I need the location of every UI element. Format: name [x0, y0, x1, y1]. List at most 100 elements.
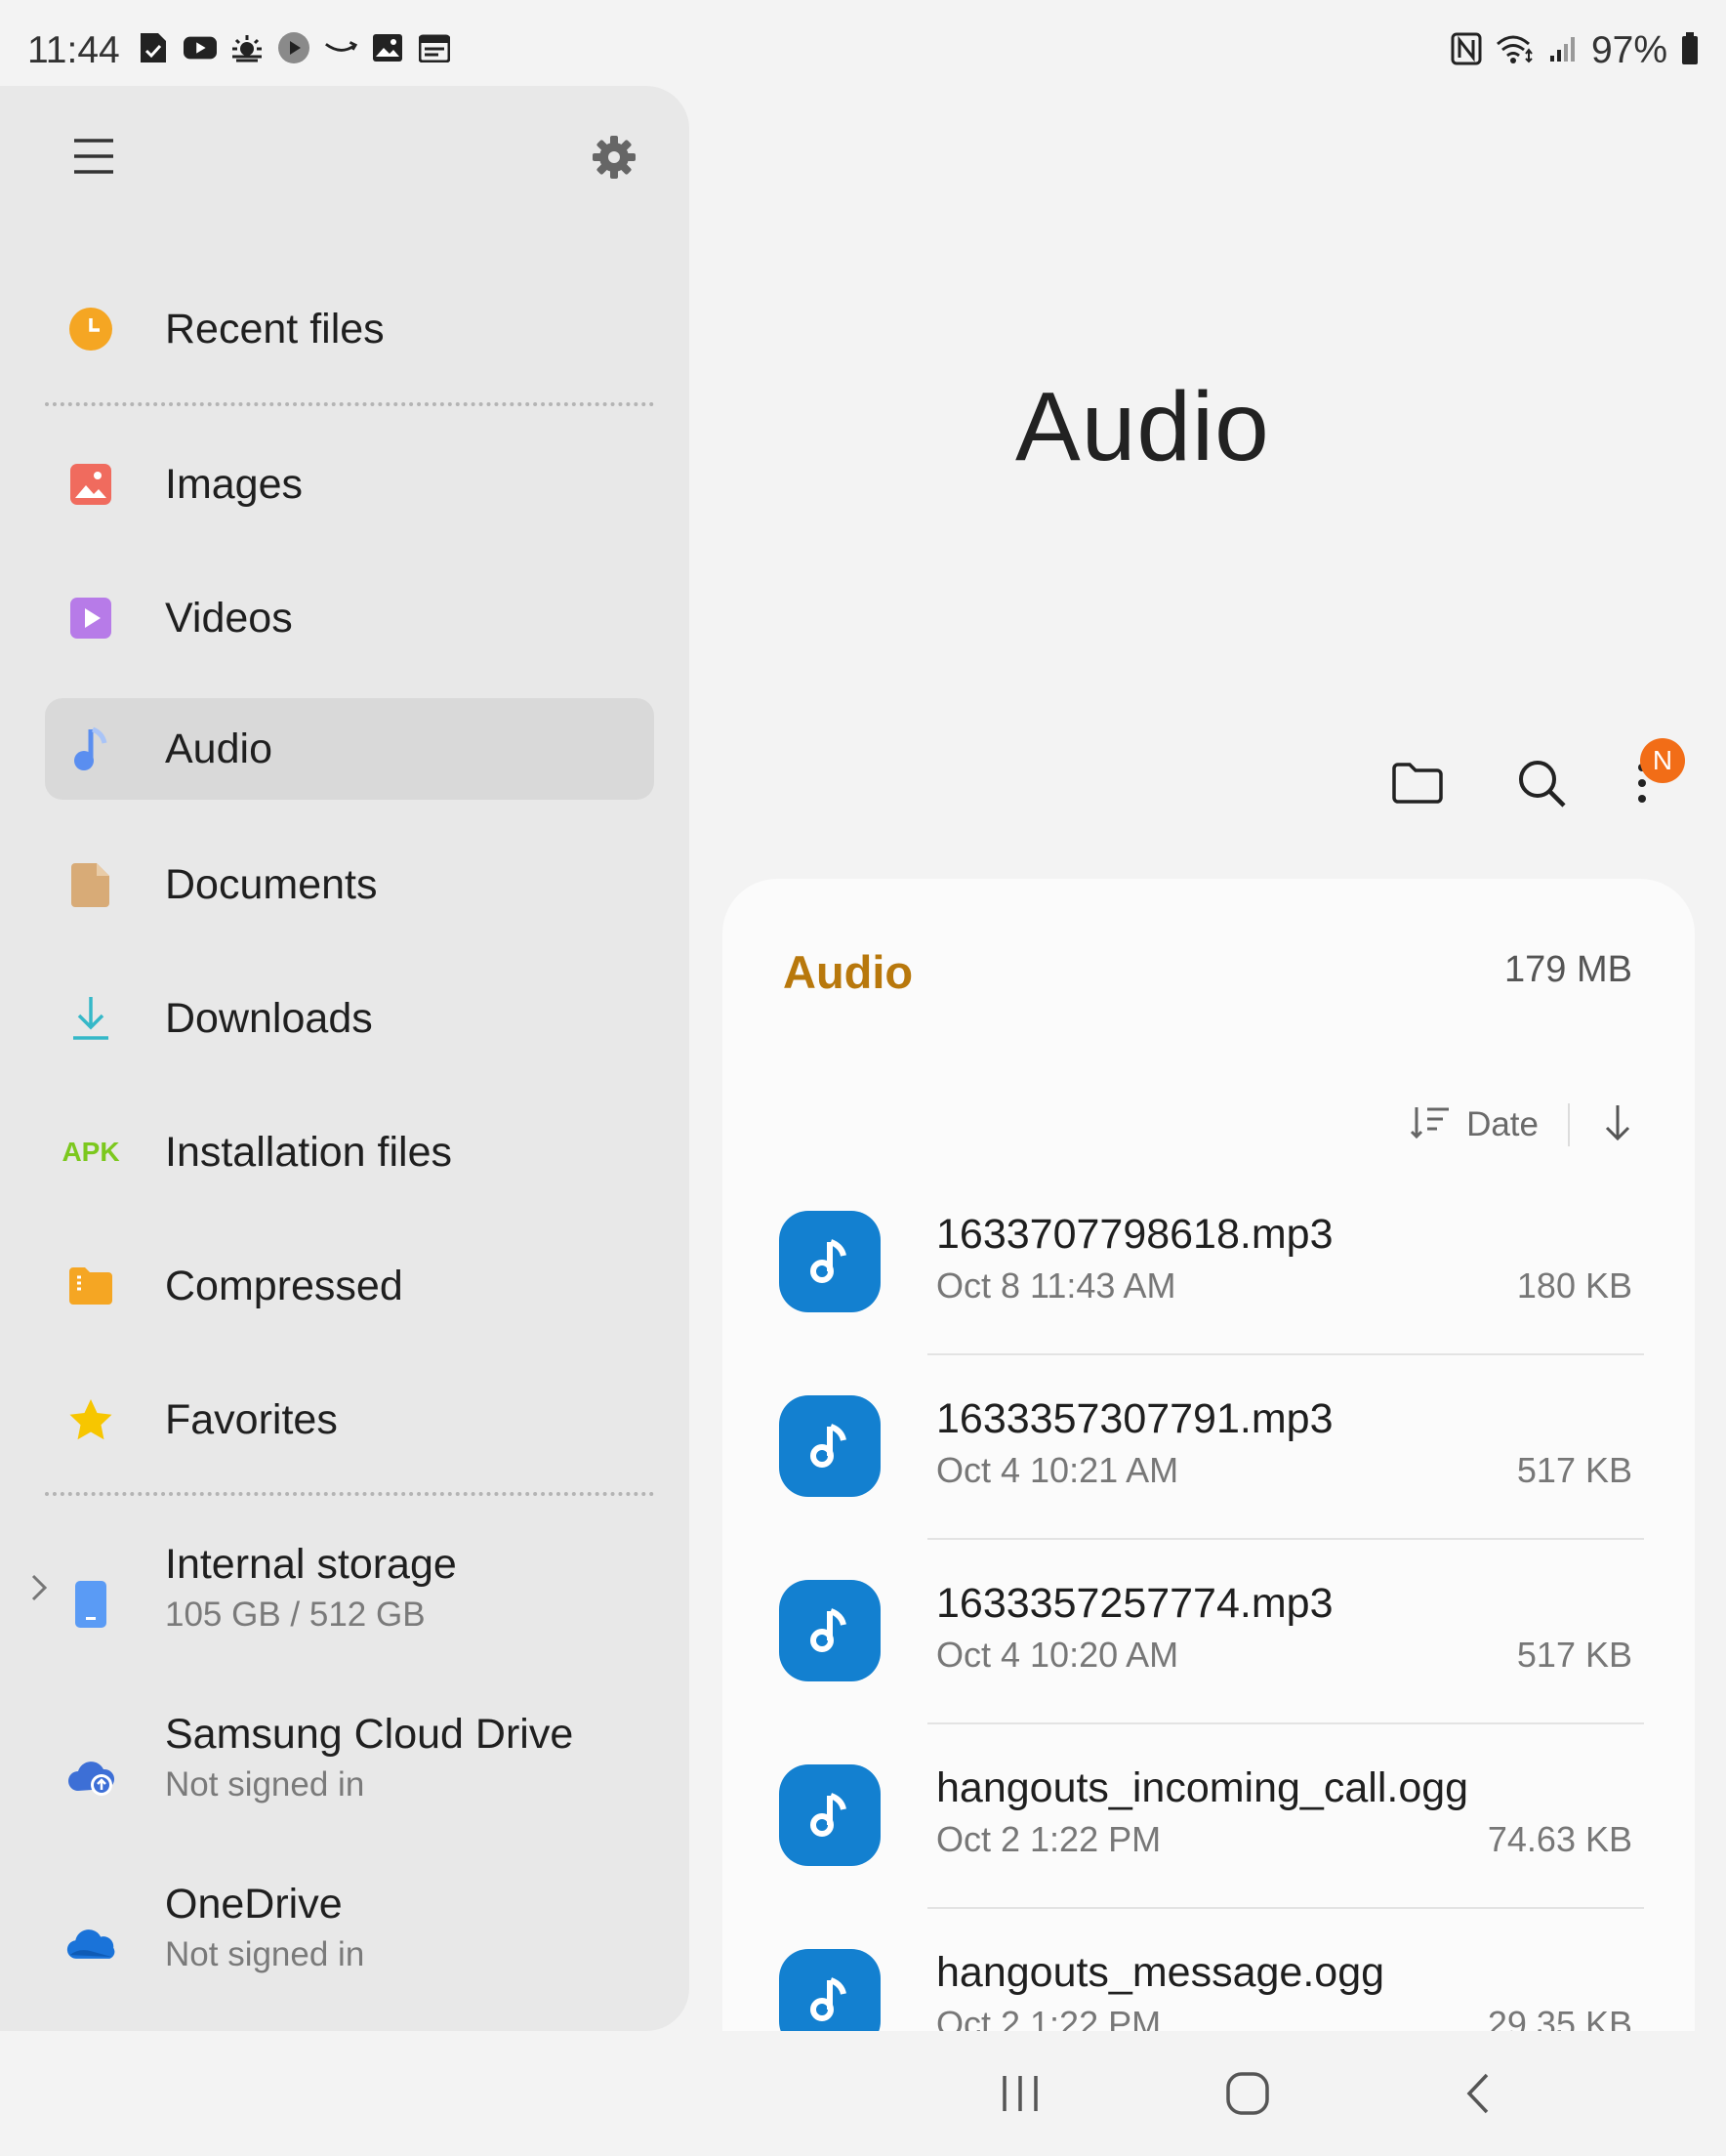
music-note-icon — [66, 725, 115, 773]
list-item[interactable]: 1633357257774.mp3 Oct 4 10:20 AM 517 KB — [722, 1580, 1695, 1764]
chevron-right-icon[interactable] — [25, 1568, 55, 1607]
sidebar-item-label: Videos — [165, 594, 293, 642]
file-name: hangouts_message.ogg — [936, 1949, 1385, 1996]
hamburger-menu-icon[interactable] — [72, 137, 115, 176]
total-size: 179 MB — [1504, 949, 1632, 990]
file-date: Oct 4 10:21 AM — [936, 1450, 1179, 1490]
cloud-upload-icon — [66, 1750, 115, 1799]
sidebar-item-videos[interactable]: Videos — [45, 567, 654, 669]
divider — [1568, 1103, 1570, 1146]
folder-view-button[interactable] — [1386, 754, 1449, 816]
document-icon — [66, 860, 115, 909]
divider — [927, 1907, 1644, 1909]
divider — [927, 1722, 1644, 1724]
audio-file-icon — [779, 1764, 881, 1866]
home-icon — [1225, 2071, 1270, 2121]
list-item[interactable]: hangouts_incoming_call.ogg Oct 2 1:22 PM… — [722, 1764, 1695, 1949]
audio-file-icon — [779, 1211, 881, 1312]
download-icon — [66, 994, 115, 1043]
back-chevron-icon — [1463, 2071, 1493, 2121]
youtube-icon — [184, 31, 217, 64]
sidebar-item-label: Downloads — [165, 994, 373, 1042]
list-item[interactable]: hangouts_message.ogg Oct 2 1:22 PM 29.35… — [722, 1949, 1695, 2031]
weather-icon — [230, 31, 264, 64]
sidebar-item-label: Installation files — [165, 1128, 452, 1176]
sidebar-item-favorites[interactable]: Favorites — [45, 1369, 654, 1471]
sidebar-item-installation-files[interactable]: APK Installation files — [45, 1101, 654, 1203]
storage-title: Samsung Cloud Drive — [165, 1711, 574, 1758]
storage-title: OneDrive — [165, 1881, 343, 1928]
image-icon — [66, 460, 115, 509]
storage-usage: 105 GB / 512 GB — [165, 1596, 426, 1634]
notification-badge: N — [1640, 738, 1685, 783]
sidebar-item-documents[interactable]: Documents — [45, 834, 654, 935]
recent-apps-button[interactable] — [991, 2070, 1049, 2121]
audio-file-icon — [779, 1949, 881, 2031]
system-navigation-bar — [0, 2031, 1726, 2156]
storage-samsung-cloud[interactable]: Samsung Cloud Drive Not signed in — [45, 1701, 670, 1818]
divider — [45, 402, 654, 406]
file-size: 74.63 KB — [1487, 1819, 1632, 1859]
file-name: 1633707798618.mp3 — [936, 1211, 1334, 1258]
signal-icon — [1548, 34, 1578, 68]
audio-file-icon — [779, 1395, 881, 1497]
status-time: 11:44 — [27, 29, 120, 71]
battery-icon — [1681, 31, 1699, 70]
status-notification-icons — [137, 31, 451, 64]
sort-by-label[interactable]: Date — [1466, 1105, 1539, 1144]
search-icon — [1516, 758, 1567, 813]
sidebar-item-label: Documents — [165, 860, 378, 908]
folder-icon — [1391, 761, 1444, 810]
star-icon — [66, 1395, 115, 1444]
status-bar: 11:44 97% — [0, 0, 1726, 86]
storage-internal[interactable]: Internal storage 105 GB / 512 GB — [31, 1531, 670, 1648]
sidebar-item-images[interactable]: Images — [45, 434, 654, 535]
sidebar-item-compressed[interactable]: Compressed — [45, 1235, 654, 1337]
status-system-icons: 97% — [1451, 29, 1699, 72]
file-date: Oct 4 10:20 AM — [936, 1635, 1179, 1675]
storage-onedrive[interactable]: OneDrive Not signed in — [45, 1871, 670, 1988]
play-icon — [277, 31, 310, 64]
file-size: 517 KB — [1516, 1450, 1632, 1490]
list-item[interactable]: 1633357307791.mp3 Oct 4 10:21 AM 517 KB — [722, 1395, 1695, 1580]
onedrive-icon — [66, 1920, 115, 1969]
storage-status: Not signed in — [165, 1935, 365, 1973]
navigation-drawer: Recent files Images Videos Audio Documen… — [0, 86, 689, 2031]
list-item[interactable]: 1633707798618.mp3 Oct 8 11:43 AM 180 KB — [722, 1211, 1695, 1395]
nfc-icon — [1451, 32, 1482, 70]
sort-direction-arrow-down-icon[interactable] — [1603, 1103, 1632, 1147]
divider — [927, 1353, 1644, 1355]
page-title: Audio — [1015, 372, 1270, 481]
gear-icon[interactable] — [590, 133, 638, 182]
sidebar-item-label: Images — [165, 460, 304, 508]
gallery-icon — [371, 31, 404, 64]
sidebar-item-label: Favorites — [165, 1395, 338, 1443]
divider — [45, 1492, 654, 1496]
storage-title: Internal storage — [165, 1541, 457, 1588]
apk-icon: APK — [62, 1137, 120, 1167]
audio-file-icon — [779, 1580, 881, 1681]
sidebar-item-downloads[interactable]: Downloads — [45, 968, 654, 1069]
recent-apps-icon — [999, 2072, 1042, 2120]
home-button[interactable] — [1218, 2070, 1277, 2121]
file-size: 29.35 KB — [1487, 2004, 1632, 2031]
sidebar-item-label: Audio — [165, 725, 272, 772]
file-name: 1633357307791.mp3 — [936, 1395, 1334, 1442]
amazon-icon — [324, 31, 357, 64]
battery-percent: 97% — [1590, 29, 1667, 71]
back-button[interactable] — [1449, 2070, 1507, 2121]
clock-icon — [66, 305, 115, 353]
file-list-card: Audio 179 MB Date 1633707798618.mp3 Oct … — [722, 879, 1695, 2031]
video-icon — [66, 594, 115, 643]
divider — [927, 1538, 1644, 1540]
search-button[interactable] — [1510, 754, 1573, 816]
compressed-folder-icon — [66, 1262, 115, 1310]
file-date: Oct 2 1:22 PM — [936, 2004, 1162, 2031]
file-date: Oct 2 1:22 PM — [936, 1819, 1162, 1859]
sidebar-item-recent-files[interactable]: Recent files — [45, 278, 654, 380]
sidebar-item-audio[interactable]: Audio — [45, 698, 654, 800]
wifi-icon — [1496, 32, 1535, 70]
storage-status: Not signed in — [165, 1765, 365, 1804]
sort-icon[interactable] — [1410, 1103, 1453, 1147]
sidebar-item-label: Recent files — [165, 305, 385, 352]
